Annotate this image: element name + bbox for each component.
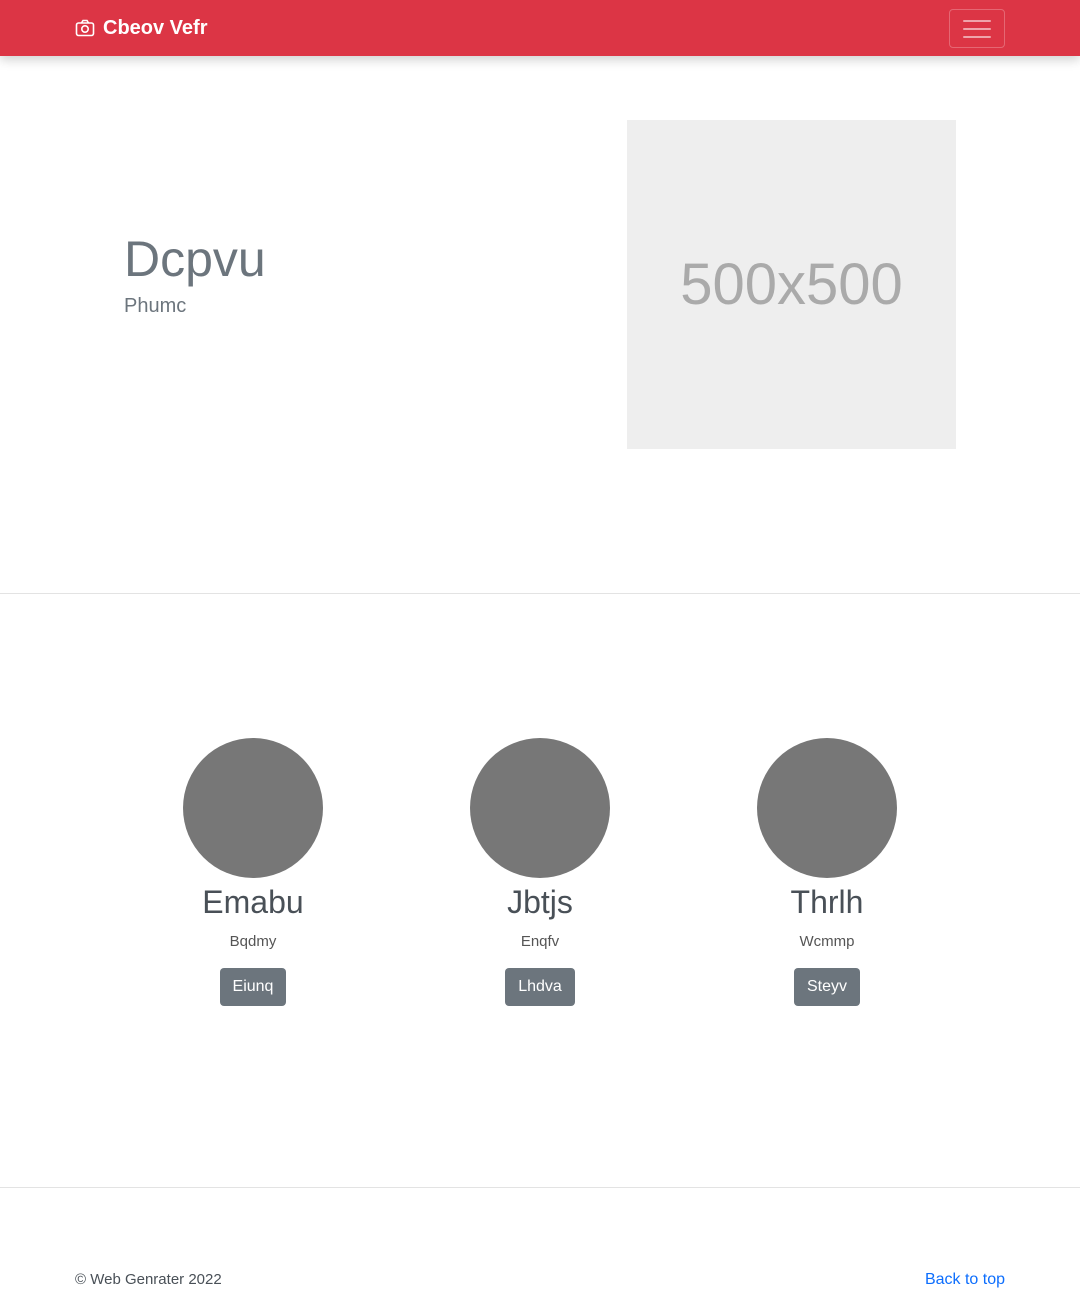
brand-name: Cbeov Vefr	[103, 17, 208, 39]
team-member-card: Thrlh Wcmmp Steyv	[727, 738, 927, 1006]
placeholder-label: 500x500	[680, 252, 903, 317]
member-role: Enqfv	[520, 933, 560, 950]
back-to-top-link[interactable]: Back to top	[925, 1270, 1005, 1290]
member-name: Thrlh	[790, 884, 864, 920]
member-button[interactable]: Steyv	[793, 968, 860, 1006]
member-role: Bqdmy	[229, 933, 277, 950]
member-button[interactable]: Lhdva	[505, 968, 575, 1006]
member-name: Jbtjs	[507, 884, 573, 920]
member-name: Emabu	[202, 884, 304, 920]
avatar	[470, 738, 610, 878]
hero-title: Dcpvu	[124, 231, 266, 287]
team-member-card: Emabu Bqdmy Eiunq	[153, 738, 353, 1006]
brand-link[interactable]: Cbeov Vefr	[75, 16, 207, 40]
hero-image-placeholder: 500x500	[627, 120, 956, 449]
navbar-toggler-button[interactable]	[949, 9, 1005, 48]
avatar	[757, 738, 897, 878]
member-role: Wcmmp	[799, 933, 855, 950]
team-member-card: Jbtjs Enqfv Lhdva	[440, 738, 640, 1006]
member-button[interactable]: Eiunq	[219, 968, 287, 1006]
navbar: Cbeov Vefr	[0, 0, 1080, 56]
footer-copyright: © Web Genrater 2022	[75, 1271, 222, 1288]
section-divider	[0, 593, 1080, 594]
avatar	[183, 738, 323, 878]
hamburger-menu-icon	[963, 19, 991, 38]
footer-divider	[0, 1187, 1080, 1188]
hero-subtitle: Phumc	[124, 295, 187, 317]
camera-icon	[75, 19, 95, 37]
